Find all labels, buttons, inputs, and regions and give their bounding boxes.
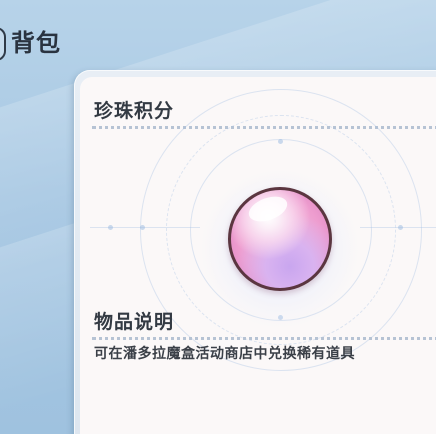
page-title: 背包 bbox=[11, 29, 61, 57]
description-heading: 物品说明 bbox=[94, 311, 175, 333]
header-bar: 背包 bbox=[0, 0, 436, 78]
item-name: 珍珠积分 bbox=[94, 100, 175, 122]
back-tab-icon[interactable] bbox=[0, 27, 6, 61]
item-detail-panel: 珍珠积分 物品说明 可在潘多拉魔盒活动商店中兑换稀有道具 bbox=[80, 77, 436, 434]
item-description: 可在潘多拉魔盒活动商店中兑换稀有道具 bbox=[94, 346, 355, 362]
description-divider bbox=[92, 337, 436, 340]
